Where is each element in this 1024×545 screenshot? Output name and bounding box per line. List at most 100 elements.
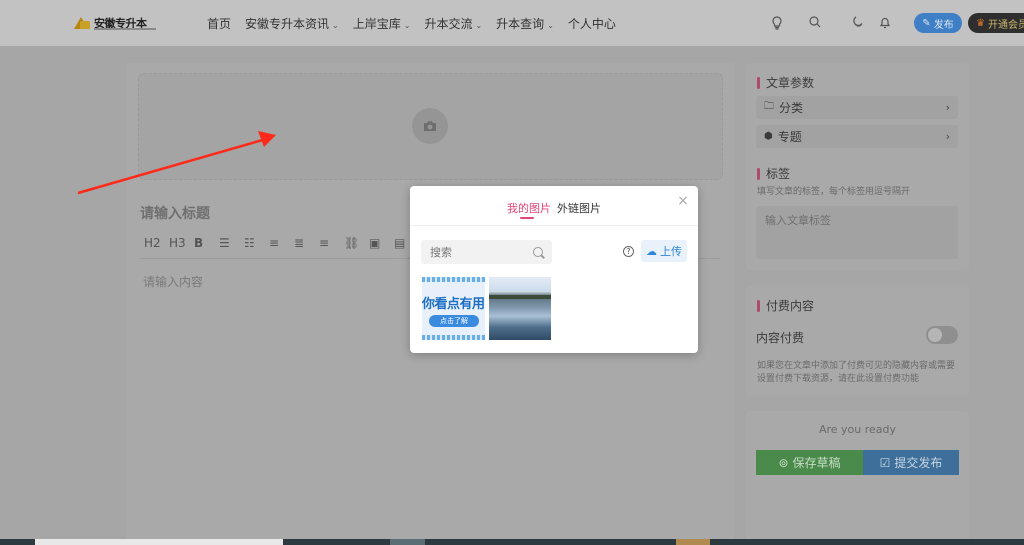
top-header: 安徽专升本 首页 安徽专升本资讯 ⌄ 上岸宝库 ⌄ 升本交流 ⌄ 升本查询 ⌄ 个人中心…	[0, 0, 1024, 46]
nav-label: 个人中心	[567, 17, 616, 31]
nav-item-query[interactable]: 升本查询 ⌄	[496, 15, 554, 32]
nav-item-treasury[interactable]: 上岸宝库 ⌄	[353, 15, 411, 32]
nav-label: 升本查询	[496, 17, 545, 31]
pencil-icon: ✎	[922, 17, 931, 29]
align-left-icon[interactable]: ≡	[269, 236, 294, 250]
submit-publish-button[interactable]: ☑ 提交发布	[863, 450, 959, 475]
chevron-down-icon: ⌄	[403, 21, 411, 30]
edit-icon: ☑	[879, 455, 891, 470]
vip-button[interactable]: ♛ 开通会员	[968, 13, 1024, 33]
image-search-input[interactable]: 搜索	[421, 240, 552, 264]
taskbar-item[interactable]	[35, 539, 283, 545]
section-marker	[757, 299, 760, 312]
thumb-stripe	[422, 277, 485, 282]
image-thumbnail[interactable]	[489, 277, 551, 340]
thumb-stripe	[422, 335, 485, 340]
main-nav: 首页 安徽专升本资讯 ⌄ 上岸宝库 ⌄ 升本交流 ⌄ 升本查询 ⌄ 个人中心	[207, 15, 616, 32]
chevron-right-icon: ›	[945, 130, 950, 143]
topic-label: 专题	[777, 130, 802, 144]
chevron-right-icon: ›	[945, 101, 950, 114]
link-icon[interactable]: ⛓	[344, 236, 369, 250]
folder-icon: 🗀	[764, 101, 774, 112]
chevron-down-icon: ⌄	[332, 21, 339, 30]
search-icon	[533, 247, 543, 257]
nav-item-home[interactable]: 首页	[207, 15, 231, 32]
nav-item-news[interactable]: 安徽专升本资讯 ⌄	[245, 15, 339, 32]
submit-label: 提交发布	[894, 456, 943, 470]
toolbar-h3-button[interactable]: H3	[169, 236, 194, 250]
publish-button[interactable]: ✎ 发布	[914, 13, 962, 33]
modal-tabs: 我的图片 外链图片	[410, 200, 698, 219]
section-title-text: 标签	[766, 167, 791, 181]
chevron-down-icon: ⌄	[547, 21, 554, 30]
topic-selector[interactable]: ⬢ 专题 ›	[756, 125, 958, 148]
paid-toggle-switch[interactable]	[926, 326, 958, 344]
cube-icon: ⬢	[764, 131, 773, 142]
nav-label: 安徽专升本资讯	[245, 17, 330, 31]
paid-toggle-text: 内容付费	[756, 331, 805, 345]
nav-item-user-center[interactable]: 个人中心	[568, 15, 616, 32]
logo-subtitle-line	[94, 28, 156, 30]
upload-button[interactable]: ☁ 上传	[641, 240, 687, 262]
editor-toolbar: H2 H3 B ☰ ☷ ≡ ≣ ≡ ⛓ ▣ ▤	[144, 236, 419, 250]
category-selector[interactable]: 🗀 分类 ›	[756, 96, 958, 119]
paid-hint: 如果您在文章中添加了付费可见的隐藏内容或需要设置付费下载资源，请在此设置付费功能	[757, 361, 956, 384]
taskbar	[0, 539, 1024, 545]
camera-icon[interactable]	[412, 108, 448, 144]
crown-icon: ♛	[976, 17, 985, 29]
bell-icon[interactable]	[878, 16, 892, 30]
thumb-shoreline	[489, 295, 551, 299]
nav-label: 首页	[207, 17, 232, 31]
site-logo[interactable]: 安徽专升本	[74, 14, 156, 32]
content-editor[interactable]: 请输入内容	[143, 273, 203, 290]
align-center-icon[interactable]: ≣	[294, 236, 319, 250]
section-marker	[757, 167, 760, 180]
image-icon[interactable]: ▣	[369, 236, 394, 250]
numbered-list-icon[interactable]: ☷	[244, 236, 269, 250]
taskbar-item[interactable]	[390, 539, 425, 545]
save-label: 保存草稿	[792, 456, 841, 470]
red-arrow-annotation	[77, 131, 276, 195]
category-label: 分类	[779, 101, 804, 115]
section-marker	[757, 76, 760, 89]
tags-hint: 填写文章的标签，每个标签用逗号隔开	[757, 187, 911, 197]
save-draft-button[interactable]: ⊚ 保存草稿	[756, 450, 863, 475]
paid-content-title: 付费内容	[757, 297, 814, 314]
cloud-upload-icon: ☁	[646, 244, 657, 258]
moon-icon[interactable]	[850, 16, 864, 30]
publish-label: 发布	[933, 19, 954, 31]
thumb-sky	[489, 277, 551, 291]
logo-mark-icon	[74, 17, 92, 29]
search-icon[interactable]	[808, 16, 822, 30]
search-placeholder: 搜索	[430, 246, 452, 259]
thumb-button: 点击了解	[429, 315, 479, 327]
tags-title: 标签	[757, 165, 790, 182]
thumb-text: 你看点有用	[422, 297, 485, 312]
upload-label: 上传	[660, 245, 682, 258]
nav-label: 上岸宝库	[352, 17, 401, 31]
align-right-icon[interactable]: ≡	[319, 236, 344, 250]
section-title-text: 文章参数	[766, 76, 815, 90]
vip-label: 开通会员	[987, 19, 1024, 31]
help-icon[interactable]: ?	[623, 246, 634, 257]
section-title-text: 付费内容	[766, 299, 815, 313]
save-icon: ⊚	[778, 455, 789, 470]
tab-external-images[interactable]: 外链图片	[557, 200, 601, 216]
tags-input[interactable]: 输入文章标签	[756, 206, 958, 259]
bullet-list-icon[interactable]: ☰	[219, 236, 244, 250]
article-params-title: 文章参数	[757, 74, 814, 91]
nav-item-exchange[interactable]: 升本交流 ⌄	[424, 15, 482, 32]
nav-label: 升本交流	[424, 17, 473, 31]
close-icon[interactable]: ×	[676, 194, 690, 208]
modal-divider	[410, 225, 698, 226]
chevron-down-icon: ⌄	[475, 21, 483, 30]
toolbar-bold-button[interactable]: B	[194, 236, 219, 250]
toolbar-h2-button[interactable]: H2	[144, 236, 169, 250]
ready-text: Are you ready	[818, 423, 897, 436]
tab-my-images[interactable]: 我的图片	[507, 200, 551, 219]
paid-toggle-label: 内容付费	[756, 329, 804, 346]
taskbar-item[interactable]	[676, 539, 710, 545]
lightbulb-icon[interactable]	[770, 16, 784, 30]
title-input[interactable]: 请输入标题	[140, 203, 210, 223]
image-thumbnail[interactable]: 你看点有用 点击了解	[422, 277, 485, 340]
